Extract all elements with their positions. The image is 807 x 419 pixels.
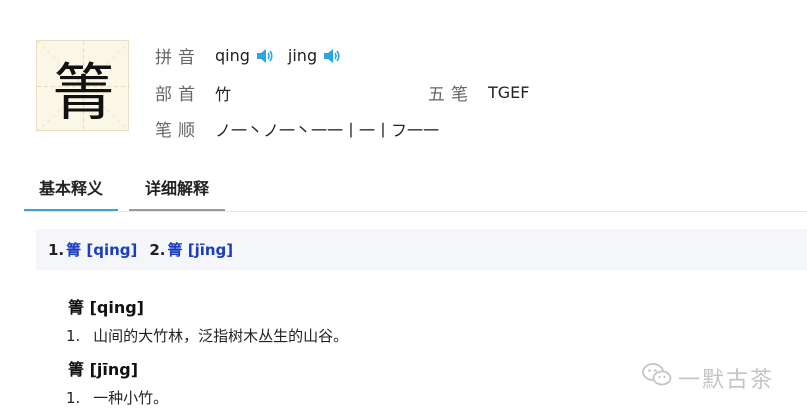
pinyin-label: 拼音 — [155, 48, 201, 68]
wubi-value: TGEF — [488, 83, 530, 102]
reading-link-2[interactable]: 箐 [jīng] — [168, 239, 234, 260]
reading-num-2: 2. — [149, 240, 166, 259]
wubi-row: 五笔 TGEF — [428, 80, 529, 105]
radical-row: 部首 竹 — [155, 80, 232, 106]
entry-definition: 1. 一种小竹。 — [66, 387, 168, 408]
watermark: 一默古茶 — [642, 362, 774, 394]
definition-number: 1. — [66, 389, 81, 407]
speaker-icon[interactable] — [256, 48, 274, 64]
entry-definition: 1. 山间的大竹林，泛指树木丛生的山谷。 — [66, 325, 348, 346]
radical-label: 部首 — [155, 85, 201, 105]
character-box: 箐 — [36, 40, 130, 132]
entry-heading: 箐 [jīng] — [68, 360, 139, 379]
reading-link-1[interactable]: 箐 [qing] — [66, 239, 137, 260]
wechat-icon — [642, 362, 672, 394]
character-glyph: 箐 — [52, 55, 115, 129]
pinyin-reading-2: jing — [287, 46, 318, 65]
tab-detailed[interactable]: 详细解释 — [129, 173, 225, 211]
strokes-value: ノ一丶ノ一丶一一丨一丨フ一一 — [215, 120, 440, 140]
strokes-label: 笔顺 — [155, 121, 201, 141]
definition-tabs: 基本释义 详细解释 — [24, 173, 807, 212]
definition-text: 一种小竹。 — [93, 389, 169, 407]
readings-bar: 1. 箐 [qing] 2. 箐 [jīng] — [36, 229, 807, 270]
watermark-text: 一默古茶 — [678, 368, 775, 393]
reading-num-1: 1. — [48, 240, 65, 259]
radical-value: 竹 — [215, 84, 232, 104]
definition-text: 山间的大竹林，泛指树木丛生的山谷。 — [93, 327, 349, 345]
wubi-label: 五笔 — [428, 85, 474, 105]
strokes-row: 笔顺 ノ一丶ノ一丶一一丨一丨フ一一 — [155, 116, 440, 142]
definition-number: 1. — [66, 327, 81, 345]
tab-basic[interactable]: 基本释义 — [24, 173, 118, 211]
entry-heading: 箐 [qing] — [68, 298, 144, 317]
speaker-icon[interactable] — [323, 48, 341, 64]
pinyin-reading-1: qing — [215, 46, 250, 65]
pinyin-row: 拼音 qing jing — [155, 43, 355, 68]
